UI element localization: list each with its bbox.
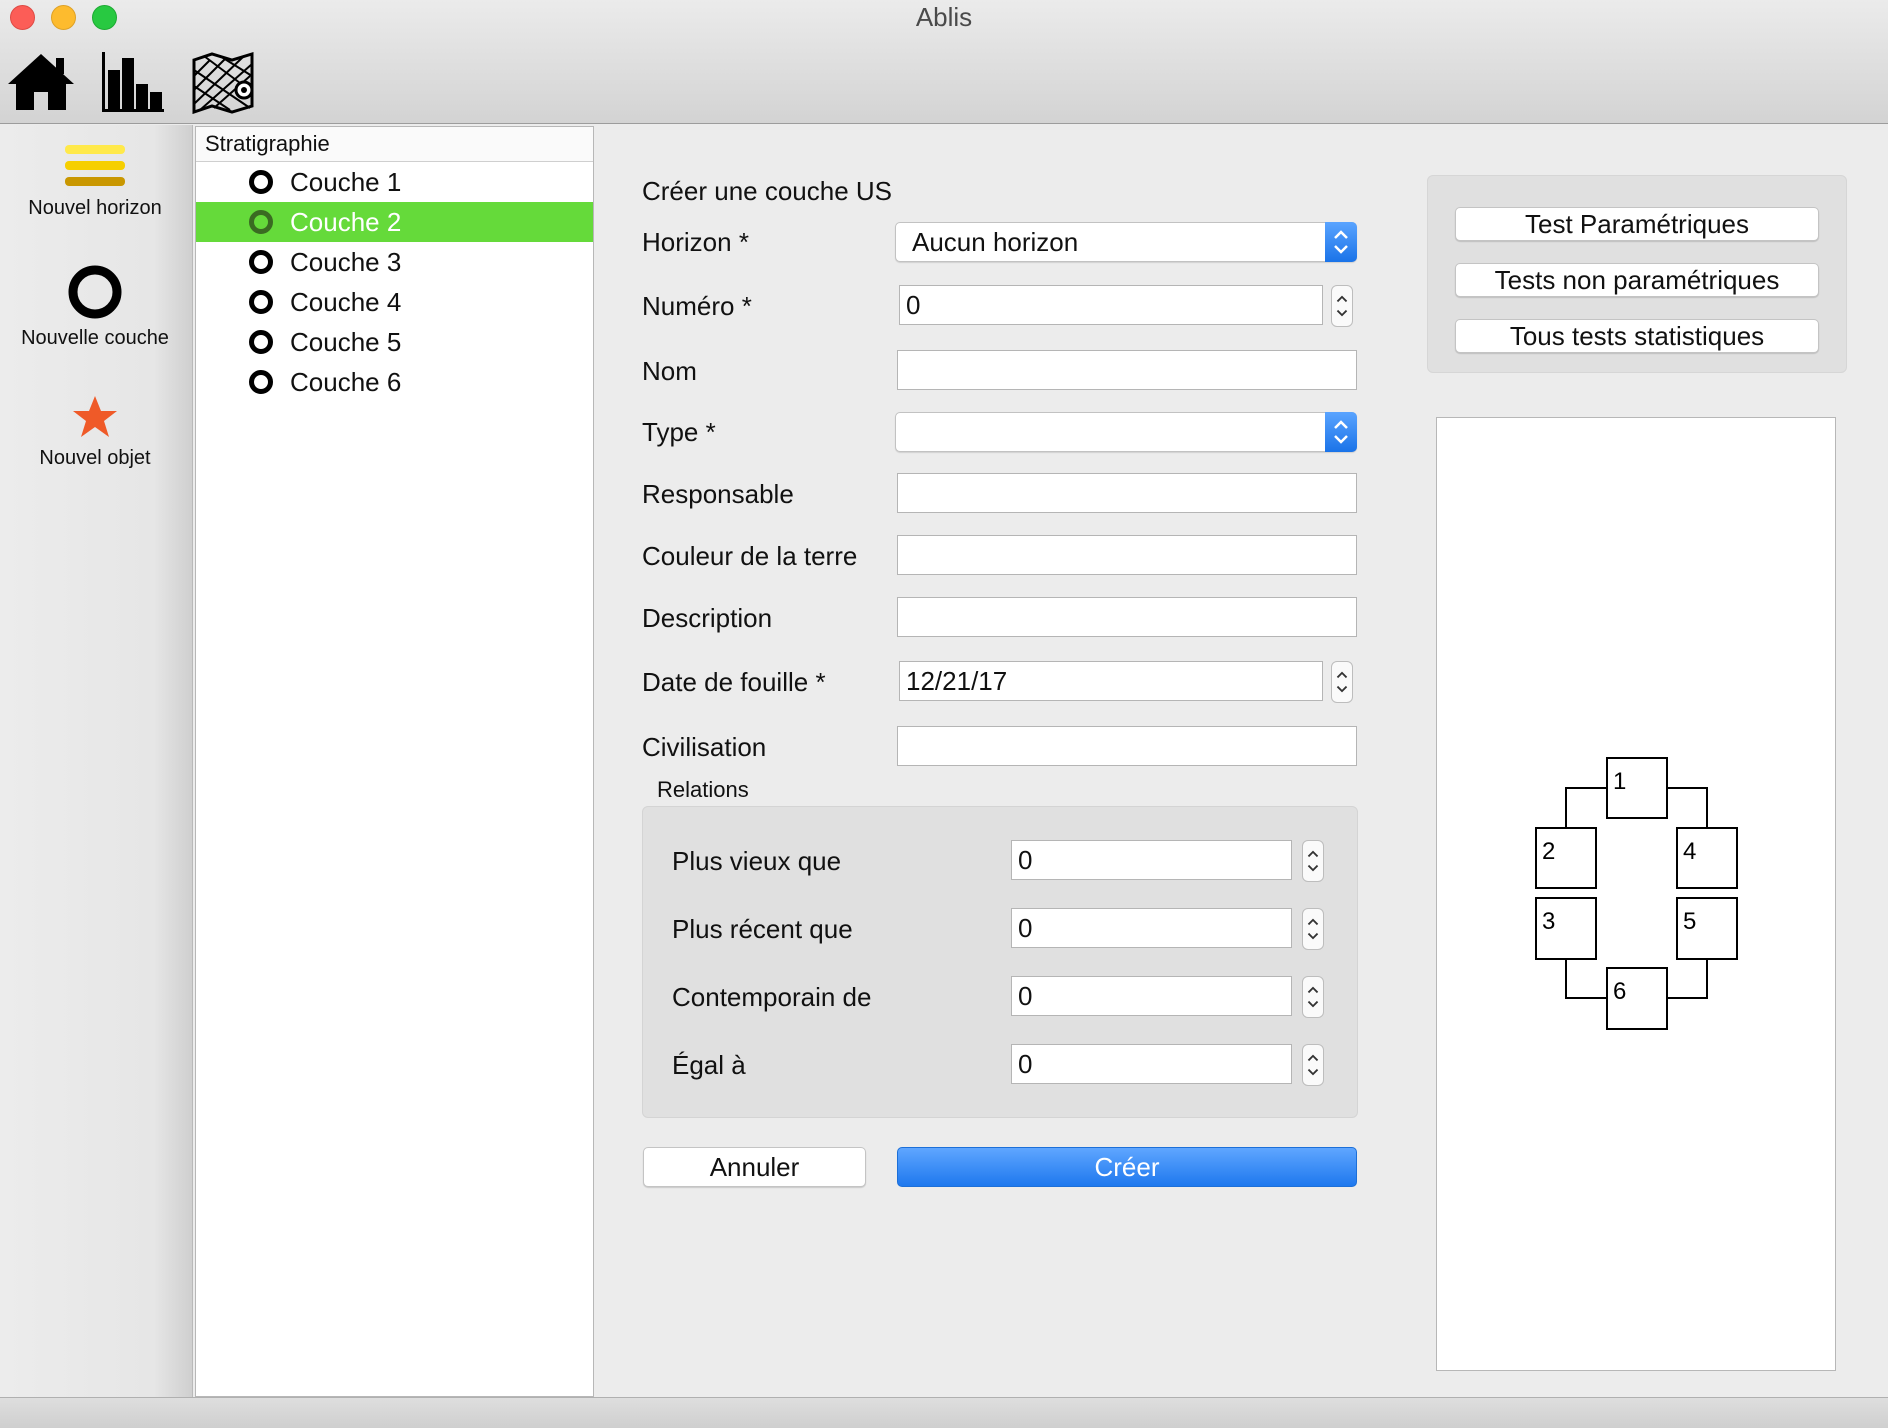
egal-label: Égal à xyxy=(672,1050,746,1080)
star-icon xyxy=(73,396,117,437)
tree-item-couche-5[interactable]: Couche 5 xyxy=(196,322,593,362)
status-bar xyxy=(0,1397,1888,1428)
window-title: Ablis xyxy=(915,2,973,32)
diagram-node-3-label: 3 xyxy=(1542,908,1555,935)
new-horizon-button[interactable]: Nouvel horizon xyxy=(0,143,190,220)
tree-item-label: Couche 5 xyxy=(290,326,402,357)
diagram-node-5-label: 5 xyxy=(1683,908,1696,935)
create-button[interactable]: Créer xyxy=(897,1147,1357,1187)
nom-field[interactable] xyxy=(897,350,1357,390)
couleur-field[interactable] xyxy=(897,535,1357,575)
stratigraphy-diagram: 1 2 3 4 5 6 xyxy=(1436,417,1836,1371)
date-label: Date de fouille * xyxy=(642,667,826,697)
layer-ring-icon xyxy=(249,250,273,274)
stratigraphy-tree: Stratigraphie Couche 1 Couche 2 Couche 3… xyxy=(195,126,594,1397)
tree-item-couche-1[interactable]: Couche 1 xyxy=(196,162,593,202)
contemporain-field[interactable]: 0 xyxy=(1011,976,1292,1016)
plus-recent-field[interactable]: 0 xyxy=(1011,908,1292,948)
title-toolbar: Ablis xyxy=(0,0,1888,124)
numero-stepper[interactable] xyxy=(1331,285,1353,327)
all-statistical-tests-button[interactable]: Tous tests statistiques xyxy=(1455,319,1819,353)
tree-item-label: Couche 3 xyxy=(290,246,402,277)
tree-header: Stratigraphie xyxy=(196,127,593,162)
diagram-node-2-label: 2 xyxy=(1542,838,1555,865)
numero-label: Numéro * xyxy=(642,291,752,321)
contemporain-label: Contemporain de xyxy=(672,982,872,1012)
new-object-button[interactable]: Nouvel objet xyxy=(0,393,190,470)
bar-chart-icon[interactable] xyxy=(98,50,168,114)
diagram-node-6-label: 6 xyxy=(1613,978,1626,1005)
date-field[interactable]: 12/21/17 xyxy=(899,661,1323,701)
contemporain-stepper[interactable] xyxy=(1302,976,1324,1018)
description-label: Description xyxy=(642,603,773,633)
tree-item-label: Couche 6 xyxy=(290,366,402,397)
plus-recent-stepper[interactable] xyxy=(1302,908,1324,950)
new-layer-label: Nouvelle couche xyxy=(21,327,169,349)
diagram-node-4-label: 4 xyxy=(1683,838,1696,865)
left-dock: Nouvel horizon Nouvelle couche Nouvel ob… xyxy=(0,125,193,1397)
ring-icon xyxy=(68,265,122,319)
layer-ring-icon xyxy=(249,370,273,394)
layer-ring-icon xyxy=(249,170,273,194)
map-icon[interactable] xyxy=(190,50,260,115)
layer-ring-icon xyxy=(249,330,273,354)
cancel-button[interactable]: Annuler xyxy=(643,1147,866,1187)
horizon-label: Horizon * xyxy=(642,227,749,257)
responsable-field[interactable] xyxy=(897,473,1357,513)
new-object-label: Nouvel objet xyxy=(39,447,151,469)
select-arrows-icon xyxy=(1325,412,1357,452)
egal-stepper[interactable] xyxy=(1302,1044,1324,1086)
tree-item-couche-6[interactable]: Couche 6 xyxy=(196,362,593,402)
relations-title: Relations xyxy=(657,777,749,802)
tree-item-label: Couche 1 xyxy=(290,166,402,197)
layer-ring-icon xyxy=(249,210,273,234)
plus-vieux-label: Plus vieux que xyxy=(672,846,842,876)
tree-item-couche-4[interactable]: Couche 4 xyxy=(196,282,593,322)
horizon-select-value: Aucun horizon xyxy=(912,227,1079,257)
nom-label: Nom xyxy=(642,356,697,386)
egal-field[interactable]: 0 xyxy=(1011,1044,1292,1084)
plus-vieux-field[interactable]: 0 xyxy=(1011,840,1292,880)
diagram-node-1-label: 1 xyxy=(1613,768,1626,795)
new-horizon-label: Nouvel horizon xyxy=(28,197,162,219)
home-icon[interactable] xyxy=(6,50,76,114)
type-select[interactable] xyxy=(895,412,1357,452)
form-title: Créer une couche US xyxy=(642,176,893,206)
non-parametric-tests-button[interactable]: Tests non paramétriques xyxy=(1455,263,1819,297)
horizon-select[interactable]: Aucun horizon xyxy=(895,222,1357,262)
tree-item-couche-3[interactable]: Couche 3 xyxy=(196,242,593,282)
numero-field[interactable]: 0 xyxy=(899,285,1323,325)
couleur-label: Couleur de la terre xyxy=(642,541,858,571)
date-stepper[interactable] xyxy=(1331,661,1353,703)
tree-item-label: Couche 4 xyxy=(290,286,402,317)
civilisation-label: Civilisation xyxy=(642,732,767,762)
plus-vieux-stepper[interactable] xyxy=(1302,840,1324,882)
layer-ring-icon xyxy=(249,290,273,314)
type-label: Type * xyxy=(642,417,716,447)
responsable-label: Responsable xyxy=(642,479,794,509)
new-layer-button[interactable]: Nouvelle couche xyxy=(0,263,190,350)
tree-item-label: Couche 2 xyxy=(290,206,402,237)
plus-recent-label: Plus récent que xyxy=(672,914,853,944)
select-arrows-icon xyxy=(1325,222,1357,262)
horizon-layers-icon xyxy=(65,145,125,186)
civilisation-field[interactable] xyxy=(897,726,1357,766)
tree-item-couche-2[interactable]: Couche 2 xyxy=(196,202,593,242)
description-field[interactable] xyxy=(897,597,1357,637)
parametric-tests-button[interactable]: Test Paramétriques xyxy=(1455,207,1819,241)
